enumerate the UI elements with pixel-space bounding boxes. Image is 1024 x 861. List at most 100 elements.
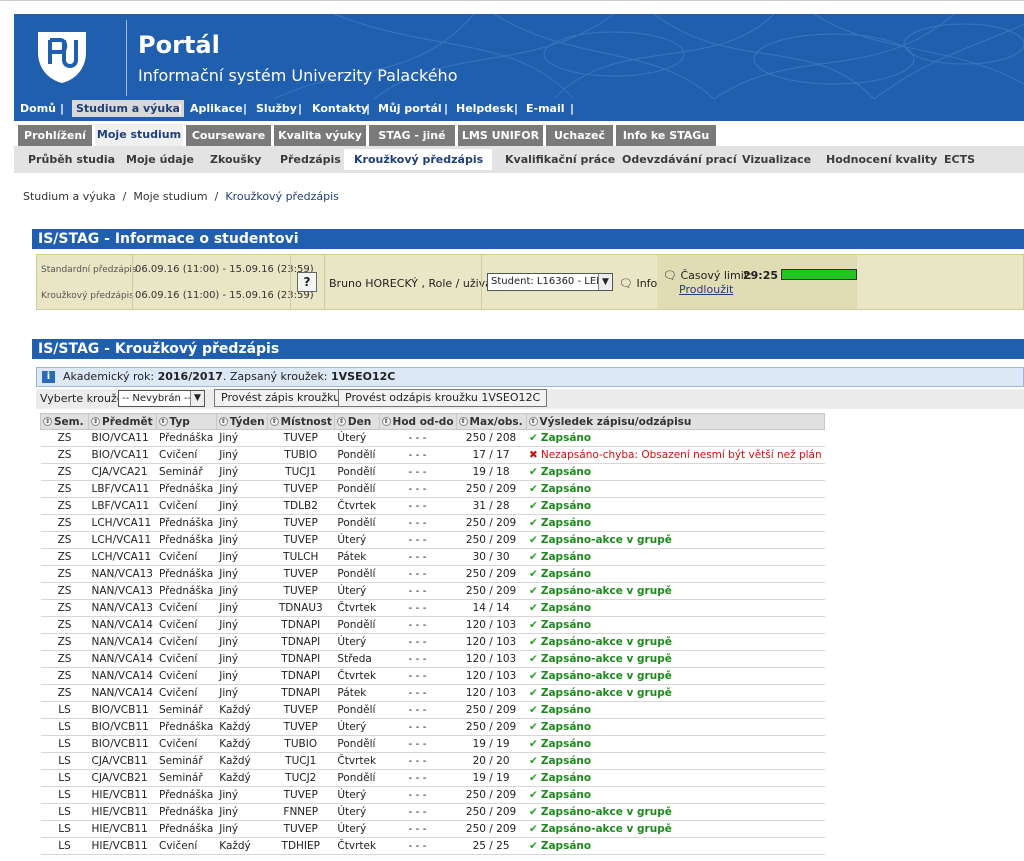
- subject-cell: NAN/VCA14: [88, 616, 156, 634]
- subnav-odevzdavani-praci[interactable]: Odevzdávání prací: [622, 153, 737, 166]
- nav-kontakty[interactable]: Kontakty: [312, 102, 368, 115]
- extend-link[interactable]: Prodloužit: [679, 283, 733, 296]
- checkmark-icon: ✔: [529, 653, 538, 665]
- subnav-predzapis[interactable]: Předzápis: [280, 153, 341, 166]
- tab-kvalita-vyuky[interactable]: Kvalita výuky: [274, 125, 366, 146]
- subnav-kvalifikacni-prace[interactable]: Kvalifikační práce: [505, 153, 615, 166]
- type-cell: Cvičení: [156, 633, 217, 651]
- nav-helpdesk[interactable]: Helpdesk: [456, 102, 514, 115]
- enrollment-table: ⇕ Sem. ⇕ Předmět ⇕ Typ ⇕ Týden ⇕ Místnost ⇕ Den ⇕ Hod…: [40, 413, 826, 855]
- column-header[interactable]: ⇕ Typ: [155, 413, 217, 430]
- column-header-label: Hod od-do: [392, 415, 454, 428]
- result-cell: ✔ Zapsáno-akce v grupě: [526, 531, 825, 549]
- column-header[interactable]: ⇕ Max/obs.: [455, 413, 527, 430]
- subnav-hodnoceni-kvality[interactable]: Hodnocení kvality: [826, 153, 937, 166]
- sort-icon[interactable]: ⇕: [458, 417, 468, 426]
- enroll-group-button[interactable]: Provést zápis kroužku: [214, 389, 348, 407]
- tab-info-ke-stagu[interactable]: Info ke STAGu: [616, 125, 716, 146]
- group-select[interactable]: -- Nevybrán -- ▼: [118, 390, 205, 407]
- kr-predzapis-label: Kroužkový předzápis: [41, 291, 134, 301]
- day-cell: Pondělí: [334, 616, 380, 634]
- sort-icon[interactable]: ⇕: [158, 417, 168, 426]
- day-cell: Úterý: [334, 582, 380, 600]
- sort-icon[interactable]: ⇕: [336, 417, 346, 426]
- nav-aplikace[interactable]: Aplikace: [190, 102, 243, 115]
- hours-cell: - - -: [379, 820, 457, 838]
- week-cell: Jiný: [216, 582, 268, 600]
- checkmark-icon: ✔: [529, 840, 538, 852]
- column-header[interactable]: ⇕ Výsledek zápisu/odzápisu: [525, 413, 826, 430]
- result-text: Zapsáno: [540, 500, 592, 512]
- acad-prefix: Akademický rok:: [63, 370, 158, 383]
- capacity-cell: 250 / 209: [456, 514, 527, 532]
- column-header[interactable]: ⇕ Sem.: [40, 413, 89, 430]
- checkmark-icon: ✔: [529, 432, 538, 444]
- week-cell: Jiný: [216, 548, 268, 566]
- nav-separator: |: [298, 102, 303, 115]
- capacity-cell: 250 / 209: [456, 803, 527, 821]
- sem-cell: ZS: [40, 667, 89, 685]
- breadcrumb-item[interactable]: Moje studium: [133, 190, 207, 203]
- subnav-zkousky[interactable]: Zkoušky: [210, 153, 261, 166]
- result-text: Zapsáno: [540, 738, 592, 750]
- sort-icon[interactable]: ⇕: [43, 417, 52, 426]
- acad-year: 2016/2017: [157, 370, 223, 383]
- type-cell: Cvičení: [156, 446, 217, 464]
- subnav-ects[interactable]: ECTS: [944, 153, 975, 166]
- nav-muj-portal[interactable]: Můj portál: [378, 102, 442, 115]
- subnav-prubeh-studia[interactable]: Průběh studia: [28, 153, 115, 166]
- tab-moje-studium[interactable]: Moje studium: [95, 124, 183, 146]
- tab-uchazec[interactable]: Uchazeč: [546, 125, 613, 146]
- sort-icon[interactable]: ⇕: [91, 417, 100, 426]
- day-cell: Pondělí: [334, 446, 380, 464]
- nav-email[interactable]: E-mail: [526, 102, 565, 115]
- day-cell: Pondělí: [334, 463, 380, 481]
- sort-icon[interactable]: ⇕: [218, 417, 228, 426]
- column-header[interactable]: ⇕ Hod od-do: [378, 413, 457, 430]
- result-cell: ✔ Zapsáno: [526, 735, 825, 753]
- upol-logo-icon[interactable]: [36, 30, 88, 84]
- nav-studium-a-vyuka[interactable]: Studium a výuka: [72, 100, 184, 117]
- subnav-vizualizace[interactable]: Vizualizace: [742, 153, 811, 166]
- help-button[interactable]: ?: [297, 272, 317, 292]
- tab-courseware[interactable]: Courseware: [186, 125, 271, 146]
- result-text: Zapsáno-akce v grupě: [540, 636, 672, 648]
- info-link[interactable]: 🗨 Info: [619, 277, 657, 290]
- week-cell: Jiný: [216, 803, 268, 821]
- type-cell: Přednáška: [156, 718, 217, 736]
- day-cell: Pondělí: [334, 480, 380, 498]
- tab-lms-unifor[interactable]: LMS UNIFOR: [458, 125, 543, 146]
- column-header[interactable]: ⇕ Den: [333, 413, 380, 430]
- nav-domu[interactable]: Domů: [20, 102, 56, 115]
- column-header[interactable]: ⇕ Předmět: [88, 413, 157, 430]
- capacity-cell: 25 / 25: [456, 837, 527, 855]
- nav-sluzby[interactable]: Služby: [256, 102, 297, 115]
- type-cell: Přednáška: [156, 531, 217, 549]
- result-text: Zapsáno: [540, 568, 592, 580]
- sort-icon[interactable]: ⇕: [269, 417, 279, 426]
- week-cell: Každý: [216, 701, 268, 719]
- breadcrumb-item[interactable]: Studium a výuka: [23, 190, 116, 203]
- capacity-cell: 19 / 19: [456, 735, 527, 753]
- table-row: ZS LCH/VCA11 Přednáška Jiný TUVEP Úterý - - -2…: [40, 531, 825, 549]
- checkmark-icon: ✔: [529, 636, 538, 648]
- tab-prohlizeni[interactable]: Prohlížení: [18, 125, 92, 146]
- column-header[interactable]: ⇕ Týden: [215, 413, 268, 430]
- sort-icon[interactable]: ⇕: [381, 417, 391, 426]
- subnav-moje-udaje[interactable]: Moje údaje: [126, 153, 194, 166]
- logo-separator: [126, 20, 127, 96]
- type-cell: Přednáška: [156, 429, 217, 447]
- portal-title[interactable]: Portál: [138, 31, 220, 59]
- sort-icon[interactable]: ⇕: [528, 417, 538, 426]
- tab-stag-jine[interactable]: STAG - jiné: [369, 125, 455, 146]
- role-select[interactable]: Student: L16360 - LEF ▼: [487, 273, 613, 291]
- table-row: LS HIE/VCB11 Cvičení Každý TDHIEP Čtvrtek - - …: [40, 837, 825, 855]
- subnav-krouzkovy-predzapis[interactable]: Kroužkový předzápis: [344, 149, 492, 170]
- column-header[interactable]: ⇕ Místnost: [266, 413, 335, 430]
- hours-cell: - - -: [379, 684, 457, 702]
- result-cell: ✔ Zapsáno: [526, 429, 825, 447]
- result-cell: ✔ Zapsáno-akce v grupě: [526, 684, 825, 702]
- sem-cell: ZS: [40, 497, 89, 515]
- unenroll-group-button[interactable]: Provést odzápis kroužku 1VSEO12C: [338, 389, 548, 407]
- week-cell: Každý: [216, 837, 268, 855]
